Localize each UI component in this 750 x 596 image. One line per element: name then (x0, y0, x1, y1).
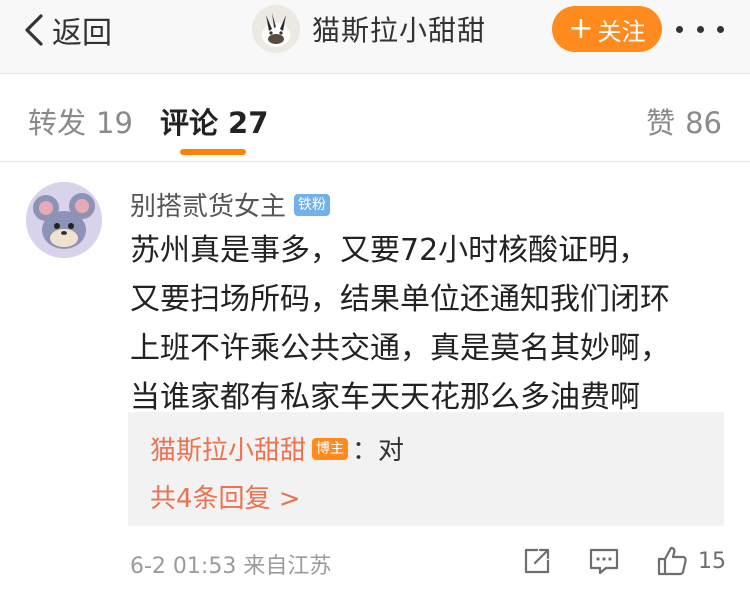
commenter-avatar[interactable] (26, 182, 102, 258)
like-button[interactable]: 15 (656, 542, 726, 580)
reply-text: ：对 (352, 436, 405, 466)
comment-text: 苏州真是事多，又要72小时核酸证明， 又要扫场所码，结果单位还通知我们闭环 上班… (130, 226, 730, 422)
comment-line: 又要扫场所码，结果单位还通知我们闭环 (130, 282, 670, 317)
follow-button[interactable]: + 关注 (552, 6, 662, 52)
back-label: 返回 (52, 16, 112, 51)
comment-icon (589, 548, 619, 575)
thumbs-up-icon (657, 546, 687, 576)
fan-badge: 铁粉 (294, 193, 331, 216)
header-avatar[interactable] (252, 5, 300, 53)
blogger-badge: 博主 (312, 437, 349, 460)
commenter-row: 别搭贰货女主 铁粉 (130, 186, 331, 223)
tab-repost[interactable]: 转发 19 (28, 100, 133, 142)
plus-icon: + (568, 11, 594, 46)
tab-likes-label: 赞 (646, 106, 676, 140)
comment-line: 上班不许乘公共交通，真是莫名其妙啊， (130, 331, 670, 366)
tab-bar: 转发 19 评论 27 赞 86 (0, 74, 750, 162)
tab-comments[interactable]: 评论 27 (160, 100, 268, 142)
like-count: 15 (698, 548, 726, 574)
reply-row: 猫斯拉小甜甜 博主 ：对 (150, 430, 404, 467)
account-name: 猫斯拉小甜甜 (312, 14, 487, 47)
chevron-left-icon (25, 14, 43, 46)
commenter-name[interactable]: 别搭贰货女主 (130, 186, 286, 223)
follow-label: 关注 (597, 17, 646, 46)
tab-comments-count: 27 (228, 106, 269, 140)
reply-author[interactable]: 猫斯拉小甜甜 (150, 430, 306, 467)
active-tab-indicator (180, 149, 246, 155)
share-icon (524, 548, 550, 574)
back-button[interactable]: 返回 (22, 10, 112, 51)
share-button[interactable] (522, 542, 552, 580)
comment-meta: 6-2 01:53 来自江苏 (130, 554, 332, 579)
tab-repost-count: 19 (96, 106, 133, 140)
tab-likes[interactable]: 赞 86 (646, 100, 722, 142)
view-replies-link[interactable]: 共4条回复 > (150, 478, 301, 515)
tab-repost-label: 转发 (28, 106, 87, 140)
tab-likes-count: 86 (685, 106, 722, 140)
reply-button[interactable] (588, 542, 620, 580)
reply-preview[interactable]: 猫斯拉小甜甜 博主 ：对 共4条回复 > (128, 412, 724, 526)
more-icon[interactable] (676, 14, 724, 44)
account-header[interactable]: 猫斯拉小甜甜 (252, 4, 486, 54)
comment-line: 苏州真是事多，又要72小时核酸证明， (130, 233, 649, 268)
top-navigation-bar: 返回 猫斯拉小甜甜 + 关注 (0, 0, 750, 74)
tab-comments-label: 评论 (160, 106, 219, 140)
